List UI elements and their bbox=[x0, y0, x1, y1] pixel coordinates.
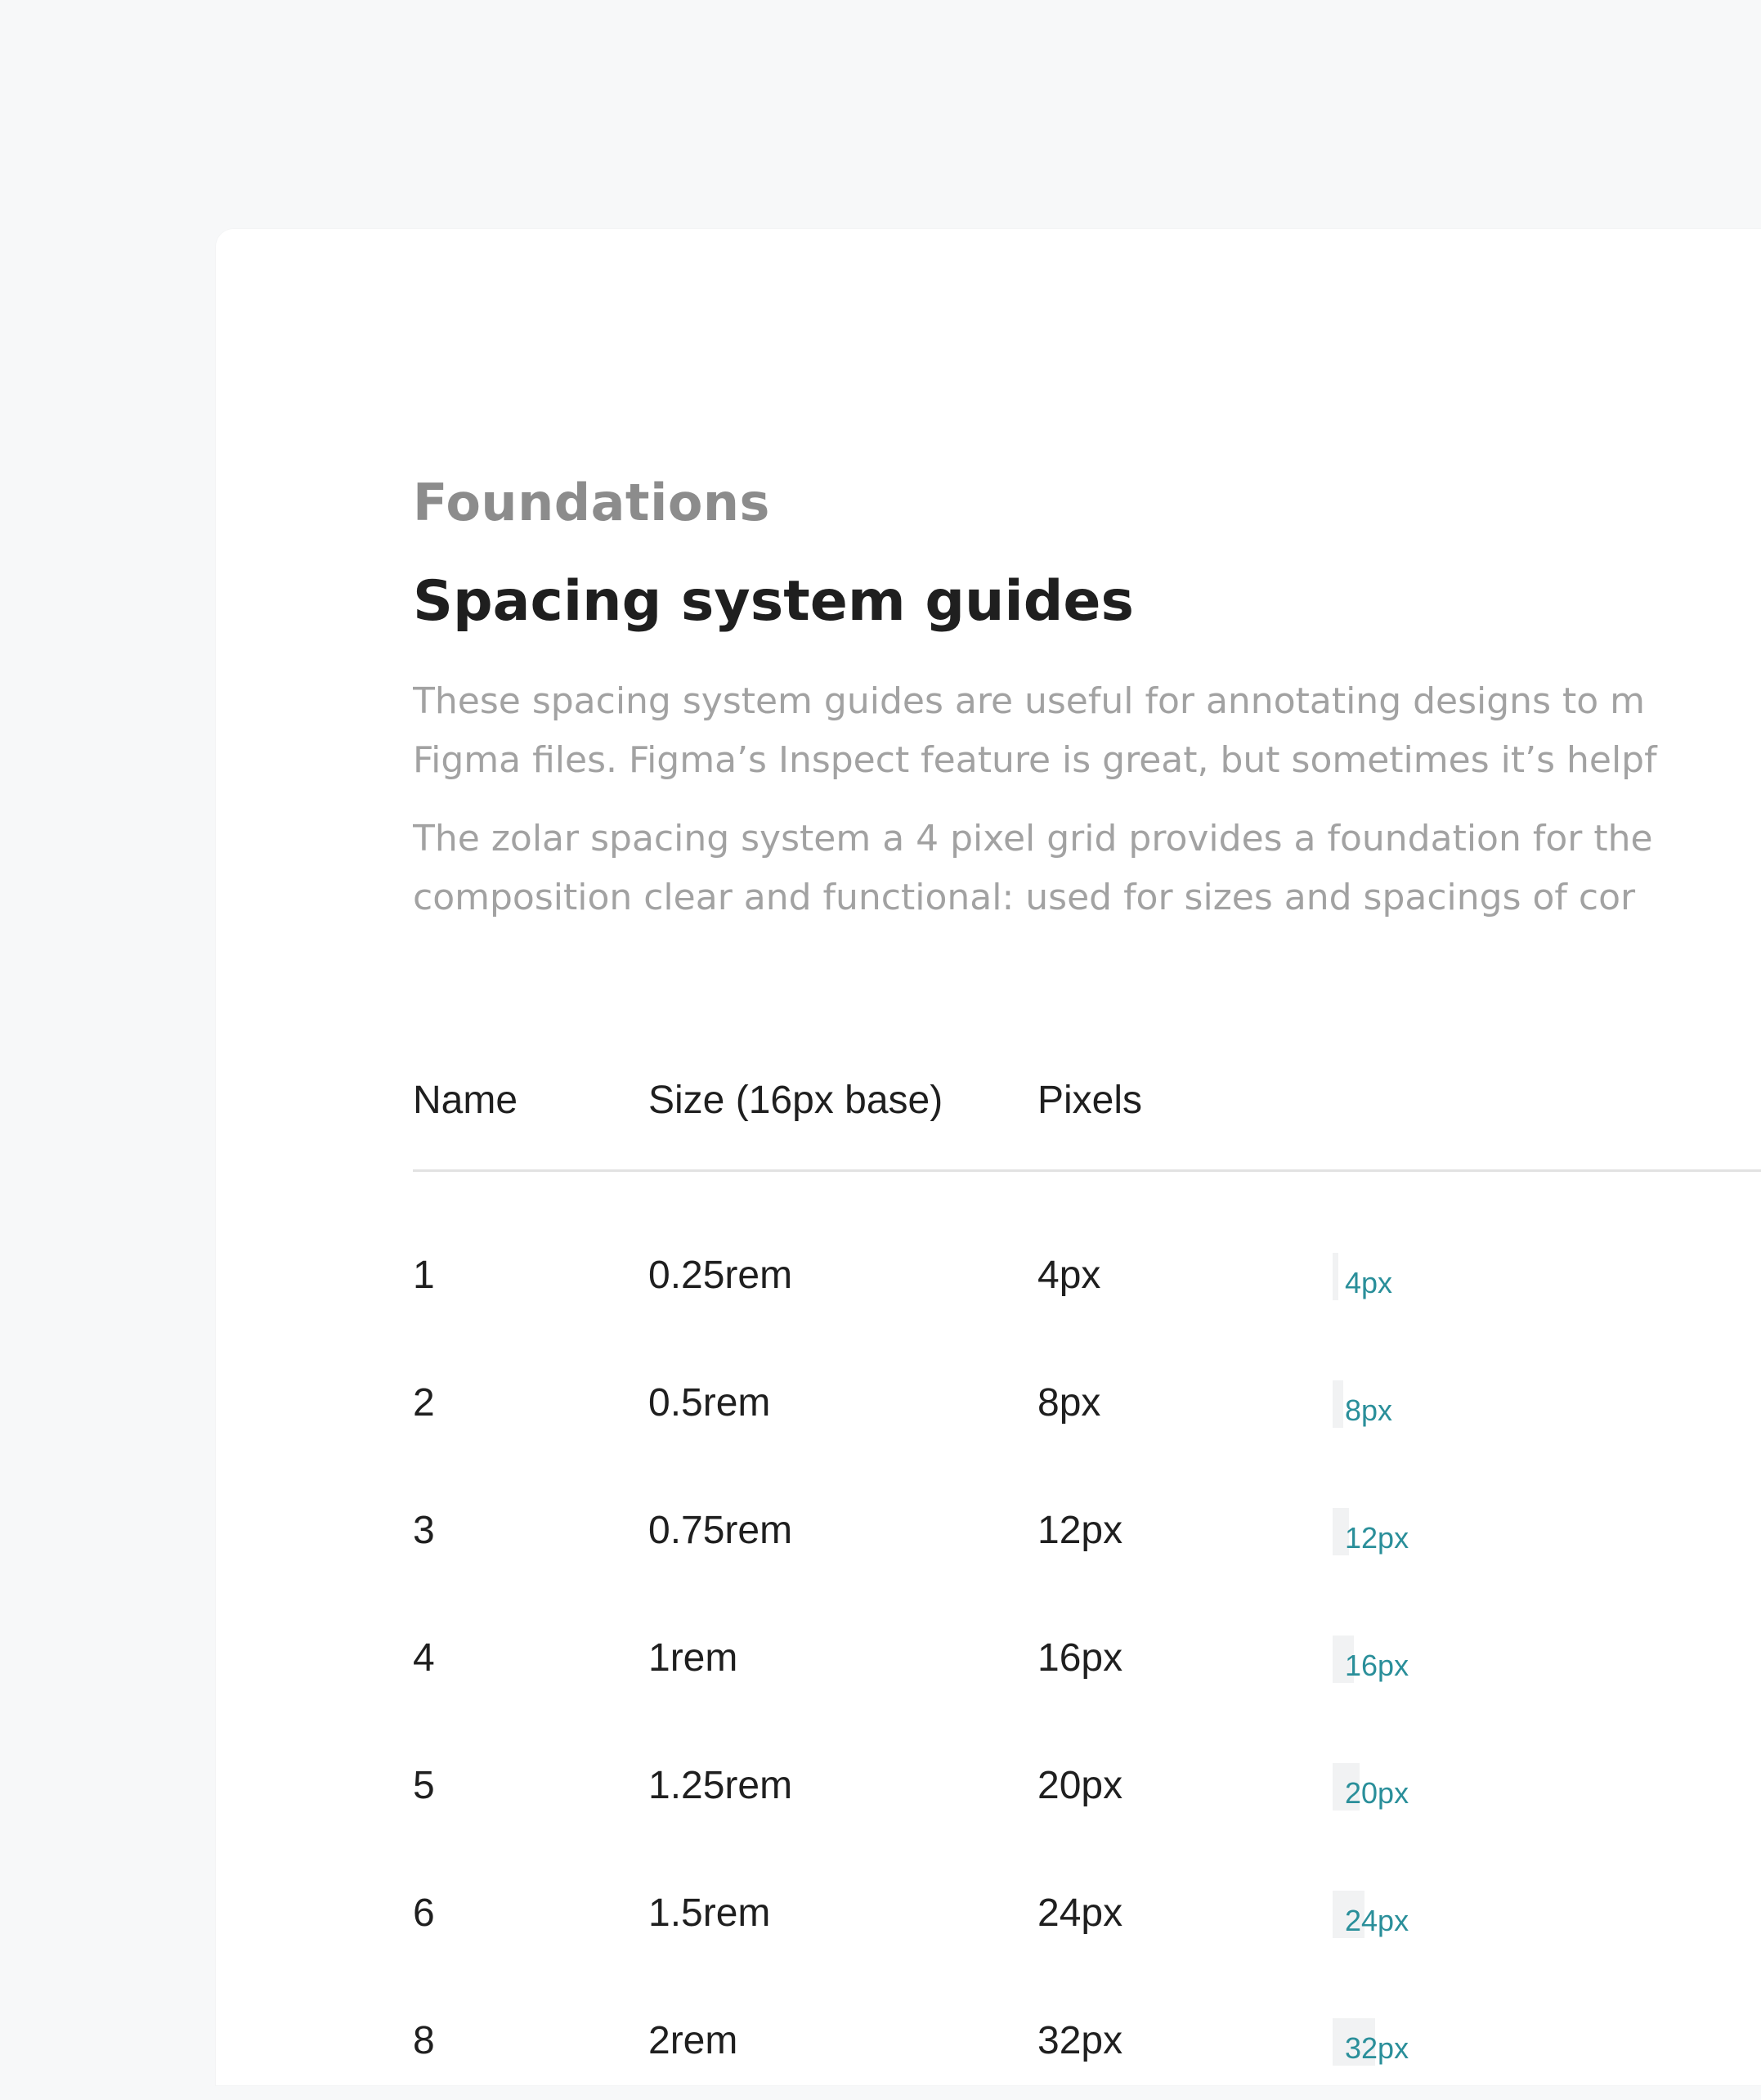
column-header-pixels: Pixels bbox=[1037, 1079, 1143, 1122]
cell-name: 4 bbox=[413, 1636, 435, 1680]
swatch-label: 8px bbox=[1345, 1393, 1393, 1427]
cell-name: 6 bbox=[413, 1891, 435, 1935]
cell-name: 3 bbox=[413, 1509, 435, 1552]
intro-paragraph-2-line-1: The zolar spacing system a 4 pixel grid … bbox=[413, 818, 1653, 859]
swatch-label: 20px bbox=[1345, 1776, 1409, 1810]
swatch-label: 4px bbox=[1345, 1266, 1393, 1299]
section-eyebrow: Foundations bbox=[413, 473, 770, 532]
column-header-name: Name bbox=[413, 1079, 518, 1122]
table-row: 6 1.5rem 24px 24px bbox=[0, 1891, 1761, 1972]
swatch-label: 24px bbox=[1345, 1904, 1409, 1937]
table-row: 2 0.5rem 8px 8px bbox=[0, 1380, 1761, 1462]
intro-paragraph-2-line-2: composition clear and functional: used f… bbox=[413, 877, 1636, 918]
cell-name: 1 bbox=[413, 1254, 435, 1297]
cell-pixels: 12px bbox=[1037, 1509, 1123, 1552]
intro-paragraph-1: These spacing system guides are useful f… bbox=[413, 672, 1761, 790]
column-header-size: Size (16px base) bbox=[648, 1079, 943, 1122]
cell-name: 2 bbox=[413, 1381, 435, 1425]
cell-pixels: 8px bbox=[1037, 1381, 1101, 1425]
swatch-label: 32px bbox=[1345, 2031, 1409, 2065]
intro-paragraph-2: The zolar spacing system a 4 pixel grid … bbox=[413, 810, 1761, 927]
intro-paragraph-1-line-1: These spacing system guides are useful f… bbox=[413, 680, 1645, 722]
cell-size: 0.5rem bbox=[648, 1381, 771, 1425]
cell-pixels: 16px bbox=[1037, 1636, 1123, 1680]
table-row: 8 2rem 32px 32px bbox=[0, 2018, 1761, 2100]
cell-size: 1.25rem bbox=[648, 1764, 793, 1807]
cell-size: 0.75rem bbox=[648, 1509, 793, 1552]
spacing-swatch bbox=[1333, 1253, 1338, 1300]
cell-pixels: 32px bbox=[1037, 2019, 1123, 2062]
intro-paragraph-1-line-2: Figma files. Figma’s Inspect feature is … bbox=[413, 739, 1657, 781]
spacing-swatch bbox=[1333, 1380, 1343, 1428]
cell-name: 8 bbox=[413, 2019, 435, 2062]
cell-pixels: 20px bbox=[1037, 1764, 1123, 1807]
cell-pixels: 4px bbox=[1037, 1254, 1101, 1297]
table-row: 1 0.25rem 4px 4px bbox=[0, 1253, 1761, 1335]
cell-size: 1.5rem bbox=[648, 1891, 771, 1935]
swatch-label: 16px bbox=[1345, 1649, 1409, 1682]
cell-size: 0.25rem bbox=[648, 1254, 793, 1297]
cell-name: 5 bbox=[413, 1764, 435, 1807]
table-row: 3 0.75rem 12px 12px bbox=[0, 1508, 1761, 1590]
table-header-divider bbox=[413, 1169, 1761, 1172]
cell-pixels: 24px bbox=[1037, 1891, 1123, 1935]
swatch-label: 12px bbox=[1345, 1521, 1409, 1555]
table-row: 5 1.25rem 20px 20px bbox=[0, 1763, 1761, 1845]
page-title: Spacing system guides bbox=[413, 569, 1135, 634]
cell-size: 1rem bbox=[648, 1636, 738, 1680]
table-row: 4 1rem 16px 16px bbox=[0, 1636, 1761, 1717]
cell-size: 2rem bbox=[648, 2019, 738, 2062]
